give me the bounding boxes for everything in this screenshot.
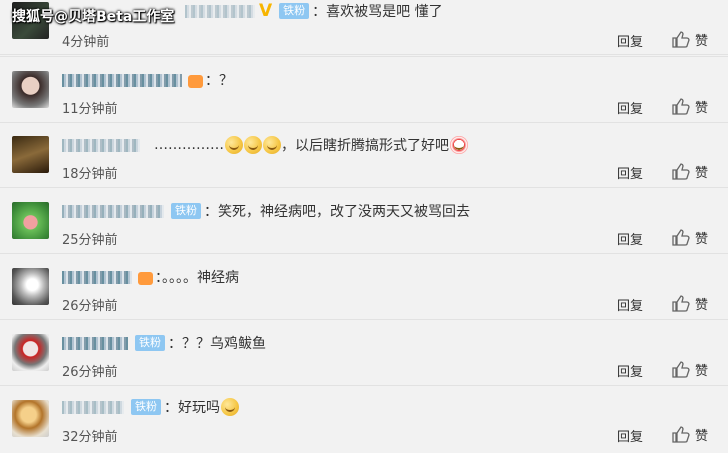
comment-time: 11分钟前	[62, 102, 118, 117]
sweat-smile-emoji-icon	[225, 136, 243, 154]
comment-line: V 铁粉 ：喜欢被骂是吧 懂了	[185, 0, 443, 22]
reply-button[interactable]: 回复	[617, 426, 643, 445]
comment-time: 26分钟前	[62, 365, 118, 380]
avatar[interactable]	[12, 71, 49, 108]
avatar[interactable]	[12, 334, 49, 371]
like-button[interactable]: 赞	[672, 228, 708, 247]
like-button[interactable]: 赞	[672, 425, 708, 444]
like-label: 赞	[695, 429, 709, 444]
comment-text: ：笑死，神经病吧，改了没两天又被骂回去	[204, 204, 470, 220]
level-icon	[188, 74, 203, 88]
avatar[interactable]	[12, 400, 49, 437]
avatar[interactable]	[12, 268, 49, 305]
comment-line: 铁粉 ：？？乌鸡鲅鱼	[62, 332, 266, 354]
comment-text-2: ，以后瞎折腾搞形式了好吧	[281, 138, 449, 154]
thumbs-up-icon	[672, 31, 690, 48]
thinking-emoji-icon	[221, 398, 239, 416]
fan-badge: 铁粉	[279, 3, 310, 19]
username[interactable]	[62, 270, 132, 284]
thumbs-up-icon	[672, 163, 690, 180]
like-label: 赞	[695, 232, 709, 247]
thumbs-up-icon	[672, 98, 690, 115]
comment-line: 铁粉 ：好玩吗	[62, 396, 239, 418]
comment-line: ：？	[62, 69, 233, 91]
username[interactable]	[62, 400, 124, 414]
thumbs-up-icon	[672, 229, 690, 246]
username[interactable]	[62, 336, 128, 350]
comment-time: 32分钟前	[62, 430, 118, 445]
comment-text: ：喜欢被骂是吧 懂了	[312, 4, 443, 20]
avatar[interactable]	[12, 136, 49, 173]
comment-text: ：好玩吗	[164, 400, 220, 416]
clown-emoji-icon	[450, 136, 468, 154]
thumbs-up-icon	[672, 426, 690, 443]
like-label: 赞	[695, 166, 709, 181]
fan-badge: 铁粉	[171, 203, 201, 219]
like-button[interactable]: 赞	[672, 162, 708, 181]
username[interactable]	[62, 204, 164, 218]
like-label: 赞	[695, 34, 709, 49]
like-label: 赞	[695, 298, 709, 313]
like-button[interactable]: 赞	[672, 294, 708, 313]
comment-item: …………… ，以后瞎折腾搞形式了好吧 18分钟前 回复 赞	[0, 122, 728, 188]
level-icon	[138, 271, 153, 285]
reply-button[interactable]: 回复	[617, 295, 643, 314]
like-button[interactable]: 赞	[672, 97, 708, 116]
reply-button[interactable]: 回复	[617, 98, 643, 117]
username[interactable]	[185, 4, 255, 18]
comment-time: 4分钟前	[62, 35, 110, 50]
comment-time: 26分钟前	[62, 299, 118, 314]
comment-item: 铁粉 ：笑死，神经病吧，改了没两天又被骂回去 25分钟前 回复 赞	[0, 188, 728, 254]
comment-text: ：？	[205, 73, 233, 89]
thumbs-up-icon	[672, 361, 690, 378]
avatar[interactable]	[12, 202, 49, 239]
reply-button[interactable]: 回复	[617, 229, 643, 248]
comment-line: …………… ，以后瞎折腾搞形式了好吧	[62, 134, 468, 156]
sweat-smile-emoji-icon	[244, 136, 262, 154]
comment-text: ……………	[154, 137, 224, 153]
vip-icon: V	[259, 1, 273, 21]
like-label: 赞	[695, 101, 709, 116]
thumbs-up-icon	[672, 295, 690, 312]
comment-line: ：。。。。神经病	[62, 266, 239, 288]
username[interactable]	[62, 73, 182, 87]
reply-button[interactable]: 回复	[617, 31, 643, 50]
fan-badge: 铁粉	[131, 399, 161, 415]
sweat-smile-emoji-icon	[263, 136, 281, 154]
comment-time: 25分钟前	[62, 233, 118, 248]
comment-item: ：？ 11分钟前 回复 赞	[0, 56, 728, 123]
username[interactable]	[62, 138, 140, 152]
comment-item: 铁粉 ：？？乌鸡鲅鱼 26分钟前 回复 赞	[0, 320, 728, 386]
like-button[interactable]: 赞	[672, 30, 708, 49]
watermark: 搜狐号@贝塔Beta工作室	[12, 9, 175, 25]
like-label: 赞	[695, 364, 709, 379]
comment-text: ：。。。。神经病	[155, 270, 239, 286]
reply-button[interactable]: 回复	[617, 361, 643, 380]
comment-text: ：？？乌鸡鲅鱼	[168, 336, 266, 352]
reply-button[interactable]: 回复	[617, 163, 643, 182]
comment-line: 铁粉 ：笑死，神经病吧，改了没两天又被骂回去	[62, 200, 470, 222]
comment-time: 18分钟前	[62, 167, 118, 182]
like-button[interactable]: 赞	[672, 360, 708, 379]
comment-item: 铁粉 ：好玩吗 32分钟前 回复 赞	[0, 386, 728, 451]
comment-item: ：。。。。神经病 26分钟前 回复 赞	[0, 254, 728, 320]
fan-badge: 铁粉	[135, 335, 165, 351]
